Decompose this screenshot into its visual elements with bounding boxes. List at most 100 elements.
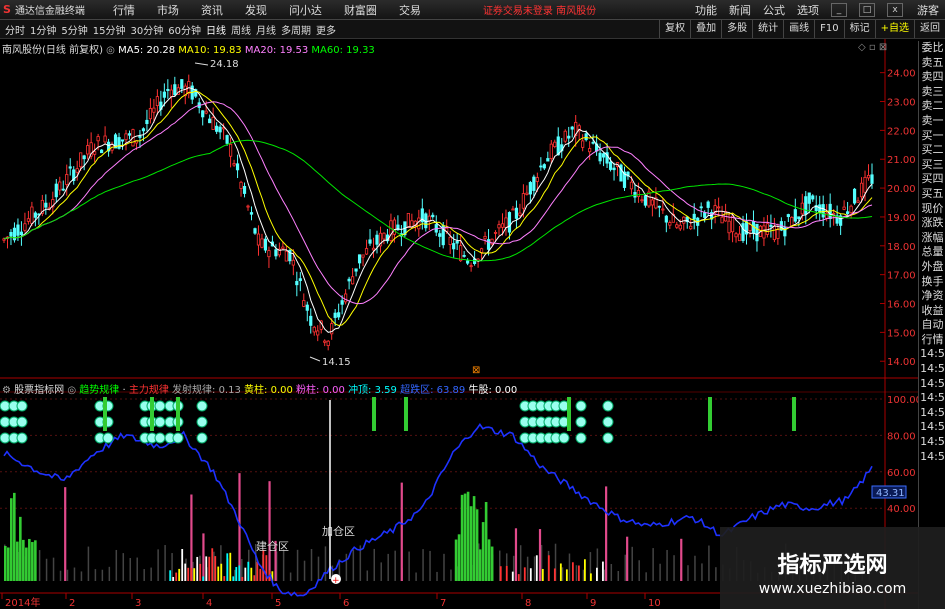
candle-body <box>364 248 369 255</box>
volume-bar <box>708 545 710 581</box>
period-more[interactable]: 更多 <box>316 22 336 37</box>
period-1min[interactable]: 1分钟 <box>30 22 56 37</box>
period-fenshi[interactable]: 分时 <box>5 22 25 37</box>
menu-zixun[interactable]: 资讯 <box>201 2 223 18</box>
candle-body <box>417 217 421 230</box>
candle-body <box>357 254 362 264</box>
time-tick-label: 3 <box>135 598 141 609</box>
candle-body <box>9 232 13 237</box>
period-5min[interactable]: 5分钟 <box>61 22 87 37</box>
indicator-settings-icon[interactable]: ◎ <box>67 385 76 396</box>
signal-bubble-icon <box>602 416 614 428</box>
chart-canvas[interactable]: 24.00 23.00 22.00 21.00 20.00 19.00 18.00 17.00… <box>0 39 918 609</box>
duogu-button[interactable]: 多股 <box>721 20 752 38</box>
side-item[interactable]: 卖二 <box>919 99 945 114</box>
candle-body <box>260 238 264 248</box>
menu-xinwen[interactable]: 新闻 <box>729 2 751 18</box>
menu-gongneng[interactable]: 功能 <box>695 2 717 18</box>
candle-body <box>608 161 613 170</box>
side-item[interactable]: 买五 <box>919 187 945 202</box>
chart-controls[interactable]: ◇ ▫ ⊠ <box>858 42 887 53</box>
huaxian-button[interactable]: 画线 <box>783 20 814 38</box>
back-button[interactable]: 返回 <box>914 20 945 38</box>
settings-icon[interactable]: ◎ <box>106 45 115 56</box>
candle-body <box>556 136 560 156</box>
side-item[interactable]: 现价 <box>919 202 945 217</box>
volume-bar <box>659 563 661 581</box>
side-item[interactable]: 涨幅 <box>919 231 945 246</box>
volume-bar <box>694 555 696 581</box>
volume-bar <box>296 549 299 581</box>
candle-body <box>772 226 776 241</box>
minimize-button[interactable]: _ <box>831 2 847 17</box>
volume-bar <box>52 557 55 581</box>
menu-caifuquan[interactable]: 财富圈 <box>344 2 377 18</box>
candle-body <box>228 143 233 157</box>
candle-body <box>856 200 860 203</box>
candle-body <box>291 259 295 266</box>
close-button[interactable]: x <box>887 2 903 17</box>
candle-body <box>535 177 539 182</box>
biaoji-button[interactable]: 标记 <box>843 20 875 38</box>
side-item[interactable]: 卖五 <box>919 56 945 71</box>
tongji-button[interactable]: 统计 <box>752 20 783 38</box>
side-item[interactable]: 买一 <box>919 129 945 144</box>
period-15min[interactable]: 15分钟 <box>93 22 126 37</box>
side-item: 14:5 <box>920 420 945 434</box>
side-item[interactable]: 收益 <box>919 304 945 319</box>
diejia-button[interactable]: 叠加 <box>690 20 721 38</box>
ma60-value: MA60: 19.33 <box>311 45 375 56</box>
period-toolbar: 分时 1分钟 5分钟 15分钟 30分钟 60分钟 日线 周线 月线 多周期 更… <box>0 20 945 39</box>
volume-bar <box>143 569 145 581</box>
side-item[interactable]: 买三 <box>919 158 945 173</box>
candle-body <box>727 220 731 234</box>
side-item[interactable]: 换手 <box>919 275 945 290</box>
menu-xuanxiang[interactable]: 选项 <box>797 2 819 18</box>
candle-body <box>61 188 65 191</box>
menu-bar: S 通达信金融终端 行情 市场 资讯 发现 问小达 财富圈 交易 证券交易未登录… <box>0 0 945 20</box>
menu-shichang[interactable]: 市场 <box>157 2 179 18</box>
gear-icon[interactable]: ⚙ <box>2 385 11 396</box>
side-item[interactable]: 卖一 <box>919 114 945 129</box>
signal-bar <box>547 555 550 581</box>
side-item[interactable]: 外盘 <box>919 260 945 275</box>
side-item[interactable]: 买四 <box>919 172 945 187</box>
side-item[interactable]: 净资 <box>919 289 945 304</box>
side-item[interactable]: 总量 <box>919 245 945 260</box>
menu-gongshi[interactable]: 公式 <box>763 2 785 18</box>
period-monthly[interactable]: 月线 <box>256 22 276 37</box>
menu-wenxiaoda[interactable]: 问小达 <box>289 2 322 18</box>
side-item[interactable]: 自动 <box>919 318 945 333</box>
signal-bar <box>596 567 598 581</box>
period-30min[interactable]: 30分钟 <box>130 22 163 37</box>
period-multi[interactable]: 多周期 <box>281 22 311 37</box>
candle-body <box>382 232 386 240</box>
green-bar <box>34 540 37 581</box>
side-item[interactable]: 买二 <box>919 143 945 158</box>
side-item[interactable]: 卖四 <box>919 70 945 85</box>
candle-body <box>361 254 365 258</box>
price-tick-label: 15.00 <box>887 328 916 339</box>
menu-faxian[interactable]: 发现 <box>245 2 267 18</box>
candle-body <box>225 135 229 144</box>
price-tick-label: 17.00 <box>887 271 916 282</box>
add-watchlist-button[interactable]: +自选 <box>874 20 914 38</box>
f10-button[interactable]: F10 <box>814 20 843 38</box>
side-item[interactable]: 卖三 <box>919 85 945 100</box>
period-60min[interactable]: 60分钟 <box>168 22 201 37</box>
menu-jiaoyi[interactable]: 交易 <box>399 2 421 18</box>
side-item[interactable]: 行情 <box>919 333 945 348</box>
side-item[interactable]: 涨跌 <box>919 216 945 231</box>
menu-hangqing[interactable]: 行情 <box>113 2 135 18</box>
side-item[interactable]: 委比 <box>919 41 945 56</box>
guest-user[interactable]: 游客 <box>917 2 939 18</box>
volume-bar <box>122 553 125 581</box>
period-daily[interactable]: 日线 <box>206 22 226 37</box>
maximize-button[interactable]: □ <box>859 2 875 17</box>
signal-bar <box>244 567 247 581</box>
candle-body <box>601 153 606 158</box>
candle-body <box>765 223 770 235</box>
fuquan-button[interactable]: 复权 <box>659 20 690 38</box>
period-weekly[interactable]: 周线 <box>231 22 251 37</box>
candle-body <box>267 250 271 258</box>
